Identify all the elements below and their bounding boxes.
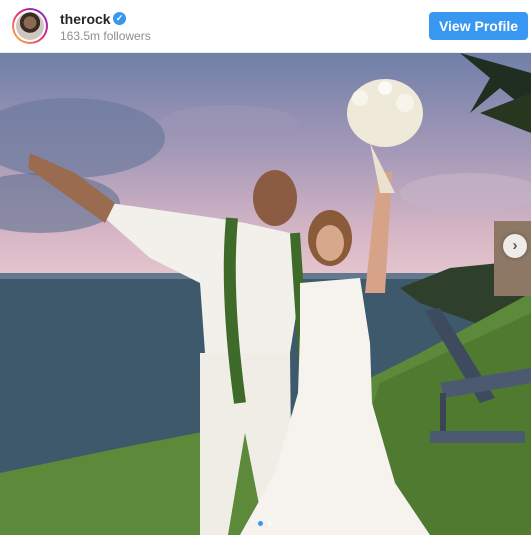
view-profile-button[interactable]: View Profile	[429, 12, 528, 40]
wedding-photo-illustration	[0, 53, 531, 535]
username[interactable]: therock	[60, 11, 111, 27]
verified-badge-icon: ✓	[113, 12, 126, 25]
carousel-dot	[267, 521, 272, 526]
post-photo[interactable]: ›	[0, 53, 531, 535]
carousel-dot-active	[258, 521, 263, 526]
instagram-embed: therock ✓ 163.5m followers View Profile	[0, 0, 531, 535]
avatar[interactable]	[12, 8, 48, 44]
post-header: therock ✓ 163.5m followers View Profile	[0, 0, 531, 53]
follower-count: 163.5m followers	[60, 29, 151, 43]
chevron-right-icon[interactable]: ›	[503, 234, 527, 258]
avatar-image	[16, 12, 44, 40]
carousel-indicator	[258, 521, 278, 527]
